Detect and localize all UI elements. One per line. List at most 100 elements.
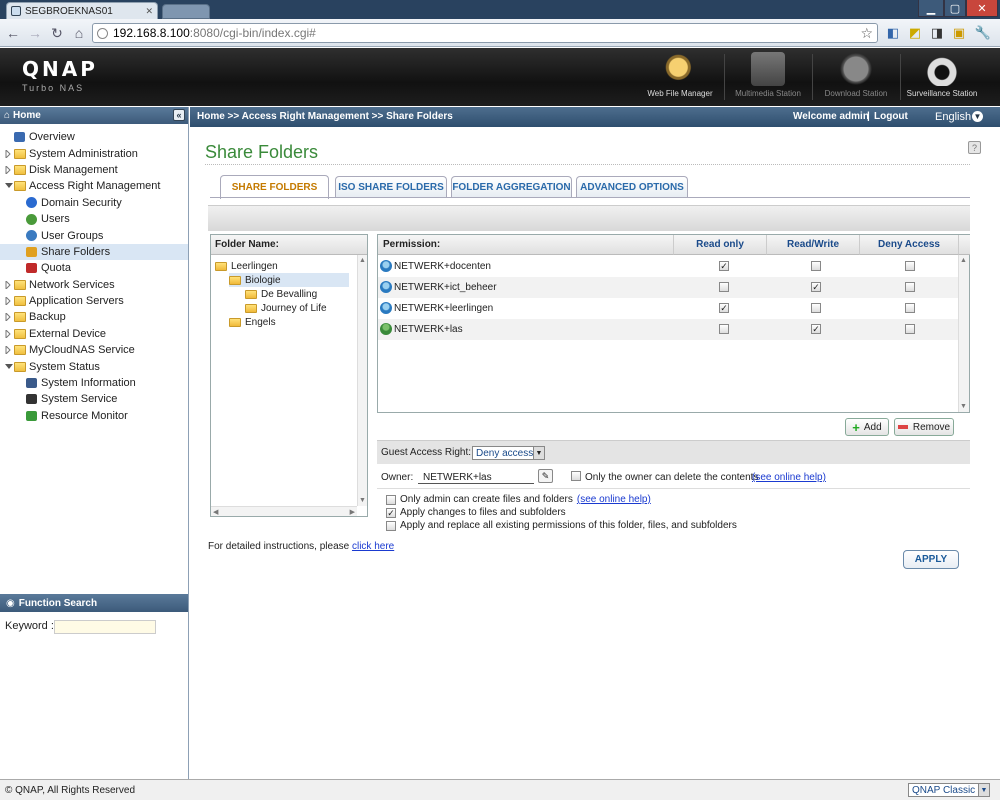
close-tab-icon[interactable]: ✕ — [145, 6, 153, 17]
permission-row[interactable]: NETWERK+las ✓ — [378, 319, 958, 340]
read-write-checkbox[interactable]: ✓ — [811, 282, 821, 292]
theme-select[interactable]: QNAP Classic ▼ — [908, 783, 990, 797]
reload-icon[interactable]: ↻ — [48, 24, 66, 42]
download-station-button[interactable]: Download Station — [812, 52, 900, 104]
surveillance-station-button[interactable]: Surveillance Station — [898, 52, 986, 104]
read-only-checkbox[interactable] — [719, 282, 729, 292]
scroll-down-icon[interactable]: ▼ — [359, 497, 366, 504]
only-owner-delete-checkbox[interactable] — [571, 471, 581, 481]
help-icon[interactable]: ? — [968, 141, 981, 154]
permission-row[interactable]: NETWERK+docenten ✓ — [378, 256, 958, 277]
add-button[interactable]: + Add — [845, 418, 889, 436]
option-checkbox[interactable]: ✓ — [386, 507, 396, 518]
close-window-button[interactable]: ✕ — [966, 0, 998, 17]
sidebar-item-system-information[interactable]: System Information — [0, 375, 188, 391]
address-bar[interactable]: 192.168.8.100:8080/cgi-bin/index.cgi# ☆ — [92, 23, 878, 43]
expand-icon[interactable] — [5, 346, 11, 355]
sidebar-item-network-services[interactable]: Network Services — [0, 277, 188, 293]
web-file-manager-button[interactable]: Web File Manager — [636, 52, 724, 104]
read-write-checkbox[interactable] — [811, 261, 821, 271]
expand-icon[interactable] — [5, 329, 11, 338]
sidebar-item-access-right-management[interactable]: Access Right Management — [0, 178, 188, 194]
edit-owner-icon[interactable]: ✎ — [538, 469, 553, 483]
tab-advanced-options[interactable]: ADVANCED OPTIONS — [576, 176, 688, 198]
collapse-panel-button[interactable]: « — [173, 109, 185, 121]
sidebar-item-backup[interactable]: Backup — [0, 309, 188, 325]
read-write-checkbox[interactable]: ✓ — [811, 324, 821, 334]
scroll-down-icon[interactable]: ▼ — [960, 403, 967, 410]
logout-link[interactable]: Logout — [874, 111, 908, 122]
minimize-button[interactable]: ▁ — [918, 0, 944, 17]
sidebar-item-system-administration[interactable]: System Administration — [0, 145, 188, 161]
sidebar-item-mycloudnas-service[interactable]: MyCloudNAS Service — [0, 342, 188, 358]
sidebar-item-user-groups[interactable]: User Groups — [0, 227, 188, 243]
extension-icon[interactable]: ◨ — [928, 24, 946, 42]
extension-icon[interactable]: ◧ — [884, 24, 902, 42]
scroll-left-icon[interactable]: ◀ — [213, 508, 218, 516]
expand-icon[interactable] — [5, 297, 11, 306]
maximize-button[interactable]: ▢ — [944, 0, 966, 17]
dropdown-arrow-icon[interactable]: ▼ — [972, 111, 983, 122]
folder-node-de-bevalling[interactable]: De Bevalling — [245, 287, 317, 301]
deny-checkbox[interactable] — [905, 303, 915, 313]
option-checkbox[interactable] — [386, 520, 396, 531]
sidebar-item-application-servers[interactable]: Application Servers — [0, 293, 188, 309]
sidebar-item-resource-monitor[interactable]: Resource Monitor — [0, 408, 188, 424]
owner-field[interactable]: NETWERK+las — [418, 472, 534, 484]
expand-icon[interactable] — [5, 313, 11, 322]
option-checkbox[interactable] — [386, 494, 396, 505]
read-only-checkbox[interactable]: ✓ — [719, 261, 729, 271]
deny-checkbox[interactable] — [905, 324, 915, 334]
keyword-input[interactable] — [54, 620, 156, 634]
deny-checkbox[interactable] — [905, 261, 915, 271]
collapse-icon[interactable] — [5, 362, 13, 371]
multimedia-station-button[interactable]: Multimedia Station — [724, 52, 812, 104]
sidebar-item-users[interactable]: Users — [0, 211, 188, 227]
new-tab-button[interactable] — [162, 4, 210, 19]
forward-icon[interactable]: → — [26, 24, 44, 42]
expand-icon[interactable] — [5, 149, 11, 158]
bookmark-star-icon[interactable]: ☆ — [860, 25, 873, 42]
extension-icon[interactable]: ◩ — [906, 24, 924, 42]
scroll-right-icon[interactable]: ▶ — [350, 508, 355, 516]
sidebar-item-disk-management[interactable]: Disk Management — [0, 162, 188, 178]
sidebar-item-external-device[interactable]: External Device — [0, 326, 188, 342]
back-icon[interactable]: ← — [4, 24, 22, 42]
scroll-up-icon[interactable]: ▲ — [960, 257, 967, 264]
read-only-checkbox[interactable]: ✓ — [719, 303, 729, 313]
expand-icon[interactable] — [5, 280, 11, 289]
guest-access-select[interactable]: Deny access ▼ — [472, 446, 545, 460]
online-help-link[interactable]: (see online help) — [577, 494, 651, 505]
wrench-icon[interactable]: 🔧 — [974, 24, 992, 42]
sidebar-item-system-service[interactable]: System Service — [0, 391, 188, 407]
home-icon[interactable]: ⌂ — [70, 24, 88, 42]
tab-folder-aggregation[interactable]: FOLDER AGGREGATION — [451, 176, 572, 198]
tab-iso-share-folders[interactable]: ISO SHARE FOLDERS — [335, 176, 447, 198]
remove-button[interactable]: Remove — [894, 418, 954, 436]
deny-checkbox[interactable] — [905, 282, 915, 292]
sidebar-item-overview[interactable]: Overview — [0, 129, 188, 145]
folder-node-journey-of-life[interactable]: Journey of Life — [245, 301, 327, 315]
sidebar-item-domain-security[interactable]: Domain Security — [0, 195, 188, 211]
sidebar-item-quota[interactable]: Quota — [0, 260, 188, 276]
click-here-link[interactable]: click here — [352, 541, 394, 552]
sidebar-item-system-status[interactable]: System Status — [0, 358, 188, 374]
folder-node-biologie[interactable]: Biologie — [229, 273, 349, 287]
folder-node-leerlingen[interactable]: Leerlingen — [215, 259, 278, 273]
folder-vertical-scrollbar[interactable]: ▲ ▼ — [357, 255, 367, 506]
language-selector[interactable]: English — [935, 111, 971, 123]
folder-horizontal-scrollbar[interactable]: ◀ ▶ — [211, 506, 357, 516]
browser-tab[interactable]: SEGBROEKNAS01 ✕ — [6, 2, 158, 19]
permission-row[interactable]: NETWERK+leerlingen ✓ — [378, 298, 958, 319]
tab-share-folders[interactable]: SHARE FOLDERS — [220, 175, 329, 199]
read-write-checkbox[interactable] — [811, 303, 821, 313]
scroll-up-icon[interactable]: ▲ — [359, 257, 366, 264]
collapse-icon[interactable] — [5, 182, 13, 191]
expand-icon[interactable] — [5, 165, 11, 174]
folder-node-engels[interactable]: Engels — [229, 315, 276, 329]
sidebar-item-share-folders[interactable]: Share Folders — [0, 243, 188, 261]
permission-vertical-scrollbar[interactable]: ▲ ▼ — [958, 255, 969, 412]
permission-row[interactable]: NETWERK+ict_beheer ✓ — [378, 277, 958, 298]
extension-icon[interactable]: ▣ — [950, 24, 968, 42]
apply-button[interactable]: APPLY — [903, 550, 959, 569]
